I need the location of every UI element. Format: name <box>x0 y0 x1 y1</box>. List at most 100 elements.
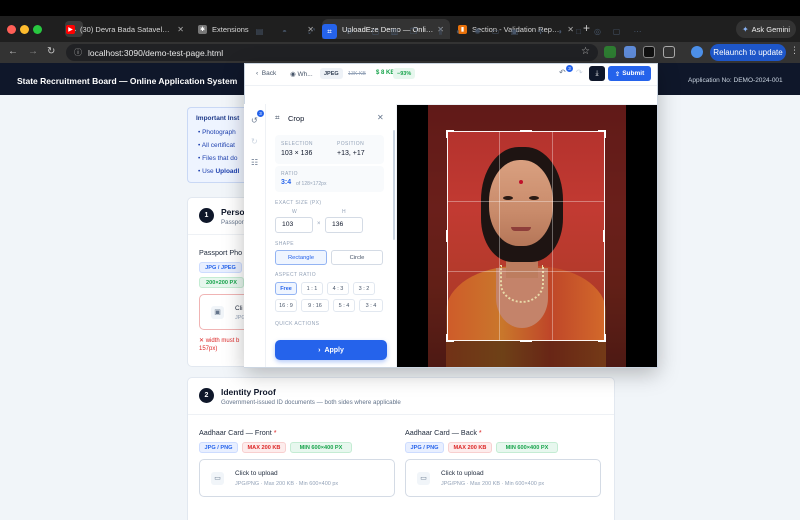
color-tool-icon[interactable]: ◑ <box>552 24 567 39</box>
layers-list-icon[interactable]: ☷ <box>251 158 258 167</box>
download-icon[interactable]: ⤓ <box>589 66 605 81</box>
minimize-window-button[interactable] <box>20 25 29 34</box>
address-bar[interactable]: ⓘ localhost:3090/demo-test-page.html ☆ <box>66 44 598 61</box>
close-tab-icon[interactable]: ✕ <box>177 25 184 34</box>
crop-dim-bottom <box>447 341 605 367</box>
rotate-tool-icon[interactable]: ↻ <box>342 24 357 39</box>
new-size: $ 8 KB <box>376 70 395 76</box>
section-divider <box>188 234 244 235</box>
document-tool-icon[interactable]: ▥ <box>387 24 402 39</box>
section-subtitle: Government-issued ID documents — both si… <box>221 399 401 406</box>
extensions-puzzle-icon[interactable] <box>663 46 675 58</box>
extension-green-icon[interactable] <box>604 46 616 58</box>
aspect-3-4-button[interactable]: 3 : 4 <box>359 299 383 312</box>
resize-tool-icon[interactable]: ⤢ <box>304 24 319 39</box>
site-info-icon[interactable]: ⓘ <box>74 47 82 58</box>
ask-gemini-label: Ask Gemini <box>751 24 791 34</box>
crop-grid-line <box>552 131 553 341</box>
shape-circle-button[interactable]: Circle <box>331 250 383 265</box>
aspect-3-2-button[interactable]: 3 : 2 <box>353 282 375 295</box>
instruction-item: • Photograph <box>198 129 236 136</box>
crop-height-input[interactable]: 136 <box>325 217 363 233</box>
image-icon: ▣ <box>211 306 224 319</box>
aadhaar-back-upload[interactable] <box>405 459 601 497</box>
crop-tool-icon[interactable]: ⌗ <box>322 24 337 39</box>
apply-crop-button[interactable]: › Apply <box>275 340 387 360</box>
extension-doc-icon[interactable] <box>624 46 636 58</box>
format-pill: JPG / JPEG <box>199 262 242 273</box>
crop-handle-top-left[interactable] <box>446 130 454 138</box>
extension-uploadeze-icon[interactable] <box>643 46 655 58</box>
crop-selection-frame[interactable] <box>447 131 605 341</box>
section-subtitle: Passpor <box>221 219 244 226</box>
relaunch-to-update-button[interactable]: Relaunch to update <box>710 44 786 61</box>
redo-history-icon[interactable]: ↻ <box>251 137 258 146</box>
aspect-free-button[interactable]: Free <box>275 282 297 295</box>
redo-icon[interactable]: ↷ <box>576 68 583 77</box>
file-tool-icon[interactable]: ▢ <box>368 24 383 39</box>
close-panel-icon[interactable]: ✕ <box>377 113 384 122</box>
back-arrow-icon[interactable]: ← <box>8 45 18 59</box>
ratio-value: 3:4 <box>281 179 292 186</box>
undo-icon[interactable]: ↶ <box>559 68 566 77</box>
upload-title: Cli <box>235 305 243 312</box>
submit-button[interactable]: ⇪ Submit <box>608 66 651 81</box>
aspect-9-16-button[interactable]: 9 : 16 <box>301 299 329 312</box>
crop-handle-top-right[interactable] <box>598 130 606 138</box>
tab-youtube[interactable]: ▶ (30) Devra Bada Satavela Al ✕ <box>62 19 190 39</box>
crosshair-tool-icon[interactable]: ✛ <box>533 24 548 39</box>
history-icon[interactable]: ↺ <box>251 116 258 125</box>
aspect-5-4-button[interactable]: 5 : 4 <box>333 299 355 312</box>
aadhaar-front-upload[interactable] <box>199 459 395 497</box>
aspect-16-9-button[interactable]: 16 : 9 <box>275 299 297 312</box>
editor-tool-bar <box>245 86 657 105</box>
person-tool-icon[interactable]: ◓ <box>277 24 292 39</box>
aspect-4-3-button[interactable]: 4 : 3 <box>327 282 349 295</box>
crop-handle-right[interactable] <box>603 230 605 242</box>
forward-arrow-icon[interactable]: → <box>28 45 38 59</box>
crop-dim-left <box>428 105 447 367</box>
puzzle-icon: ✱ <box>198 24 207 34</box>
target-tool-icon[interactable]: ◎ <box>590 24 605 39</box>
crop-width-input[interactable]: 103 <box>275 217 313 233</box>
browser-menu-icon[interactable]: ⋮ <box>790 45 799 56</box>
grid-tool-icon[interactable] <box>609 24 624 39</box>
back-button[interactable]: ‹ Back <box>256 70 276 77</box>
close-window-button[interactable] <box>7 25 16 34</box>
more-tools-icon[interactable]: ⋯ <box>630 24 645 39</box>
format-pill: JPG / PNG <box>405 442 444 453</box>
adjust-tool-icon[interactable]: ⫼ <box>433 24 448 39</box>
site-title: State Recruitment Board — Online Applica… <box>17 76 238 86</box>
image-tool-icon[interactable]: ▤ <box>252 24 267 39</box>
text-tool-icon[interactable]: ▭ <box>488 24 503 39</box>
frame-tool-icon[interactable]: ▣ <box>507 24 522 39</box>
zoom-window-button[interactable] <box>33 25 42 34</box>
aspect-1-1-button[interactable]: 1 : 1 <box>301 282 323 295</box>
reload-icon[interactable]: ↻ <box>47 45 55 59</box>
crop-handle-left[interactable] <box>446 230 448 242</box>
contrast-tool-icon[interactable]: ◐ <box>451 24 466 39</box>
ratio-info-box <box>275 166 384 192</box>
max-size-pill: MAX 200 KB <box>448 442 492 453</box>
crop-handle-bottom-right[interactable] <box>598 334 606 342</box>
upload-hint: JPG/PNG · Max 200 KB · Min 600×400 px <box>441 481 545 487</box>
upload-icon: ▭ <box>417 472 430 485</box>
brightness-tool-icon[interactable]: ✺ <box>470 24 485 39</box>
square-tool-icon[interactable]: □ <box>571 24 586 39</box>
layers-tool-icon[interactable] <box>406 24 421 39</box>
dimension-pill: 200×200 PX <box>199 277 244 288</box>
shape-rectangle-button[interactable]: Rectangle <box>275 250 327 265</box>
crop-handle-top[interactable] <box>520 130 532 132</box>
crop-handle-bottom[interactable] <box>520 340 532 342</box>
undo-count-badge: 3 <box>566 65 573 72</box>
bookmark-star-icon[interactable]: ☆ <box>581 46 590 57</box>
position-label: POSITION <box>337 141 365 147</box>
profile-avatar-icon[interactable] <box>691 46 703 58</box>
selection-value: 103 × 136 <box>281 150 313 157</box>
upload-hint: JPG/PNG · Max 200 KB · Min 600×400 px <box>235 481 339 487</box>
upload-title: Click to upload <box>235 470 278 477</box>
panel-scrollbar[interactable] <box>393 130 395 240</box>
crop-panel-title: Crop <box>288 114 305 123</box>
ask-gemini-button[interactable]: ✦ Ask Gemini <box>736 20 796 38</box>
crop-handle-bottom-left[interactable] <box>446 334 454 342</box>
